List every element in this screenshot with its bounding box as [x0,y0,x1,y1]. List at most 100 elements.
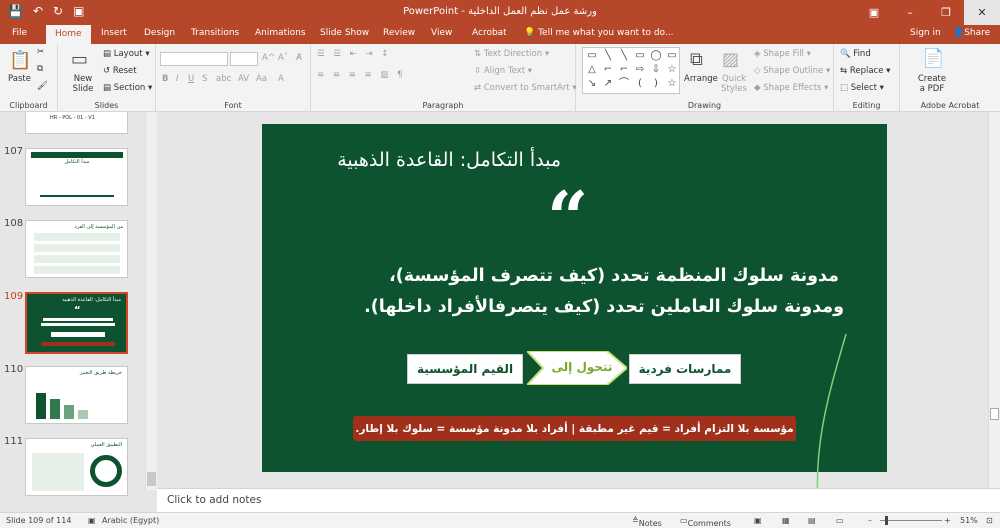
select-button[interactable]: ⬚ Select ▾ [840,83,884,93]
zoom-slider-thumb[interactable] [885,516,888,525]
shapes-gallery[interactable]: ▭ ╲ ╲ ▭ ◯ ▭ △ ⌐ ⌐ ⇨ ⇩ ☆ ↘ ↗ ⌒() ☆ [582,47,680,94]
shadow-icon[interactable]: S [202,74,207,84]
tell-me-search[interactable]: 💡 Tell me what you want to do... [524,28,674,38]
slide-banner[interactable]: مؤسسة بلا التزام أفراد = قيم غير مطبقة |… [353,416,796,441]
fit-slide-icon[interactable]: ⊡ [986,516,993,525]
thumb-row [34,266,120,274]
font-name-input[interactable] [160,52,228,66]
slide-body-line-2[interactable]: ومدونة سلوك العاملين تحدد (كيف يتصرفالأف… [364,297,844,317]
copy-icon[interactable]: ⧉ [37,64,43,74]
thumb-table [32,453,84,491]
tab-design[interactable]: Design [144,28,175,38]
shrink-font-icon[interactable]: Aˇ [278,53,288,63]
slide-title[interactable]: مبدأ التكامل: القاعدة الذهبية [337,149,561,171]
thumbnail-109[interactable]: مبدأ التكامل: القاعدة الذهبية “ [25,292,128,354]
pdf-icon[interactable]: 📄 [922,48,944,69]
tab-home[interactable]: Home [46,25,91,44]
notes-pane[interactable]: Click to add notes [157,488,1000,512]
quick-styles-icon[interactable]: ▨ [722,49,739,70]
zoom-slider[interactable] [880,516,942,525]
zoom-in-icon[interactable]: + [944,516,951,525]
paste-button[interactable]: Paste [8,74,31,84]
font-color-icon[interactable]: A [278,74,284,84]
strikethrough-icon[interactable]: abc [216,74,231,84]
reset-button[interactable]: ↺ Reset [103,66,137,76]
current-slide[interactable]: مبدأ التكامل: القاعدة الذهبية “ مدونة سل… [262,124,887,472]
ribbon-display-icon[interactable]: ▣ [856,0,892,25]
list-icons[interactable]: ☰ ☰ ⇤ ⇥ ↕ [317,49,391,59]
share-button[interactable]: 👤Share [953,28,990,38]
cut-icon[interactable]: ✂ [37,47,44,57]
tab-file[interactable]: File [12,28,27,38]
scrollbar-thumb[interactable] [147,472,156,486]
new-slide-button[interactable]: New Slide [68,74,98,94]
slide-number: 108 [4,218,24,229]
bold-icon[interactable]: B [162,74,168,84]
zoom-out-icon[interactable]: – [868,516,872,525]
layout-button[interactable]: ▤ Layout ▾ [103,49,150,59]
reading-view-icon[interactable]: ▤ [808,516,816,525]
editing-group: 🔍 Find ⇆ Replace ▾ ⬚ Select ▾ Editing [834,44,900,112]
tab-transitions[interactable]: Transitions [191,28,239,38]
spellcheck-icon[interactable]: ▣ [88,516,96,525]
values-box[interactable]: القيم المؤسسية [407,354,523,384]
canvas-scrollbar[interactable] [988,112,1000,488]
thumbnail-110[interactable]: خريطة طريق التغيير [25,366,128,424]
shape-outline-button[interactable]: ◇ Shape Outline ▾ [754,66,830,76]
sign-in-link[interactable]: Sign in [910,28,941,38]
quick-styles-button[interactable]: Quick Styles [720,74,748,94]
clear-format-icon[interactable]: A̸ [296,53,302,63]
tab-animations[interactable]: Animations [255,28,306,38]
italic-icon[interactable]: I [176,74,179,84]
text-direction-button[interactable]: ⇅ Text Direction ▾ [474,49,549,59]
underline-icon[interactable]: U [188,74,194,84]
new-slide-icon[interactable]: ▭ [71,49,88,70]
comments-toggle[interactable]: ▭ Comments [680,516,731,528]
align-icons[interactable]: ≡ ≡ ≡ ≡ ▥ ¶ [317,70,405,80]
thumbnail-108[interactable]: من المؤسسة إلى الفرد [25,220,128,278]
find-button[interactable]: 🔍 Find [840,49,871,59]
language-indicator[interactable]: Arabic (Egypt) [102,516,159,525]
paragraph-group: ☰ ☰ ⇤ ⇥ ↕ ≡ ≡ ≡ ≡ ▥ ¶ ⇅ Text Direction ▾… [311,44,577,112]
tab-slide-show[interactable]: Slide Show [320,28,369,38]
close-icon[interactable]: ✕ [964,0,1000,25]
normal-view-icon[interactable]: ▣ [754,516,762,525]
notes-toggle[interactable]: ≜ Notes [632,516,662,528]
thumbnails-scrollbar[interactable] [145,112,157,490]
arrange-icon[interactable]: ⧉ [690,49,703,70]
case-icon[interactable]: Aa [256,74,267,84]
tab-acrobat[interactable]: Acrobat [472,28,507,38]
thumbnail-107[interactable]: مبدأ التكامل [25,148,128,206]
format-painter-icon[interactable]: 🖌 [37,81,48,91]
slideshow-icon[interactable]: ▭ [836,516,844,525]
shape-effects-button[interactable]: ◆ Shape Effects ▾ [754,83,828,93]
convert-smartart-button[interactable]: ⇄ Convert to SmartArt ▾ [474,83,577,93]
align-text-button[interactable]: ⇳ Align Text ▾ [474,66,532,76]
create-pdf-button[interactable]: Create a PDF [916,74,948,94]
ribbon-tabs: File Home Insert Design Transitions Anim… [0,25,1000,44]
slide-body-line-1[interactable]: مدونة سلوك المنظمة تحدد (كيف تتصرف المؤس… [389,266,839,286]
shape-fill-button[interactable]: ◈ Shape Fill ▾ [754,49,811,59]
zoom-level[interactable]: 51% [960,516,978,525]
tab-insert[interactable]: Insert [101,28,127,38]
thumbnail-106[interactable]: HR - POL - 01 - V1 [25,112,128,134]
tab-view[interactable]: View [431,28,452,38]
scrollbar-thumb[interactable] [990,408,999,420]
clipboard-group: 📋 Paste ✂ ⧉ 🖌 Clipboard [0,44,58,112]
thumbnail-111[interactable]: التطبيق العملي [25,438,128,496]
paste-icon[interactable]: 📋 [9,50,31,71]
replace-button[interactable]: ⇆ Replace ▾ [840,66,890,76]
restore-icon[interactable]: ❐ [928,0,964,25]
arrange-button[interactable]: Arrange [684,74,718,84]
slide-sorter-icon[interactable]: ▦ [782,516,790,525]
spacing-icon[interactable]: AV [238,74,249,84]
thumb-title: من المؤسسة إلى الفرد [74,224,123,230]
quote-mark: “ [547,175,589,260]
minimize-icon[interactable]: – [892,0,928,25]
tab-review[interactable]: Review [383,28,415,38]
notes-placeholder[interactable]: Click to add notes [167,494,261,506]
font-size-input[interactable] [230,52,258,66]
section-button[interactable]: ▤ Section ▾ [103,83,152,93]
practices-box[interactable]: ممارسات فردية [629,354,741,384]
grow-font-icon[interactable]: A^ [262,53,275,63]
